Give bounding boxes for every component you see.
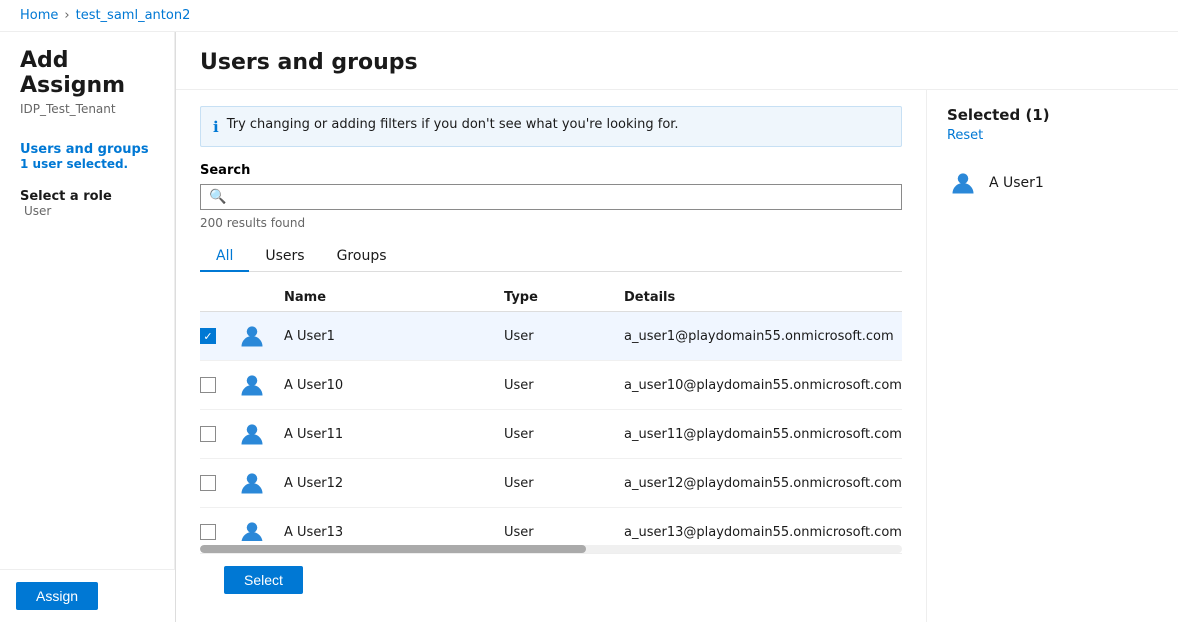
breadcrumb-sep: › bbox=[64, 8, 69, 23]
row-type-0: User bbox=[504, 329, 624, 344]
user-avatar-1 bbox=[236, 369, 268, 401]
nav-users-selected: 1 user selected. bbox=[20, 157, 154, 171]
tab-all[interactable]: All bbox=[200, 242, 249, 272]
reset-link[interactable]: Reset bbox=[947, 128, 1178, 143]
row-details-3: a_user12@playdomain55.onmicrosoft.com bbox=[624, 476, 902, 491]
info-banner: ℹ Try changing or adding filters if you … bbox=[200, 106, 902, 147]
nav-role-value: User bbox=[20, 204, 154, 218]
col-header-details: Details bbox=[624, 290, 902, 305]
nav-users-groups-label: Users and groups bbox=[20, 142, 154, 157]
selected-user-avatar bbox=[947, 167, 979, 199]
table-header: Name Type Details bbox=[200, 284, 902, 312]
sidebar-item-select-role[interactable]: Select a role User bbox=[20, 189, 154, 218]
nav-select-role-label: Select a role bbox=[20, 189, 154, 204]
table-row[interactable]: A User10 User a_user10@playdomain55.onmi… bbox=[200, 361, 902, 410]
search-input[interactable] bbox=[232, 189, 893, 205]
row-name-2: A User11 bbox=[284, 427, 504, 442]
user-table: Name Type Details bbox=[200, 284, 902, 541]
col-header-type: Type bbox=[504, 290, 624, 305]
selected-user-name: A User1 bbox=[989, 175, 1176, 191]
breadcrumb-home[interactable]: Home bbox=[20, 8, 58, 23]
search-box: 🔍 bbox=[200, 184, 902, 210]
row-checkbox-0[interactable] bbox=[200, 328, 216, 344]
modal-body: ℹ Try changing or adding filters if you … bbox=[176, 90, 1178, 622]
results-count: 200 results found bbox=[200, 216, 902, 230]
col-header-avatar bbox=[236, 290, 284, 305]
tab-users[interactable]: Users bbox=[249, 242, 320, 272]
breadcrumb-app[interactable]: test_saml_anton2 bbox=[76, 8, 191, 23]
selected-header: Selected (1) bbox=[947, 106, 1178, 124]
scrollbar-thumb bbox=[200, 545, 586, 553]
row-type-3: User bbox=[504, 476, 624, 491]
table-row[interactable]: A User13 User a_user13@playdomain55.onmi… bbox=[200, 508, 902, 541]
modal-header: Users and groups × bbox=[176, 32, 1178, 90]
table-row[interactable]: A User1 User a_user1@playdomain55.onmicr… bbox=[200, 312, 902, 361]
row-name-0: A User1 bbox=[284, 329, 504, 344]
selected-panel: Selected (1) Reset A User1 🗑 bbox=[926, 90, 1178, 622]
user-avatar-2 bbox=[236, 418, 268, 450]
horizontal-scrollbar[interactable] bbox=[200, 545, 902, 553]
modal-overlay: Users and groups × ℹ Try changing or add… bbox=[175, 32, 1178, 622]
col-header-name: Name bbox=[284, 290, 504, 305]
user-avatar-4 bbox=[236, 516, 268, 541]
selected-user-item: A User1 🗑 bbox=[947, 159, 1178, 207]
modal-left: ℹ Try changing or adding filters if you … bbox=[176, 90, 926, 622]
breadcrumb: Home › test_saml_anton2 bbox=[0, 0, 1178, 32]
select-button[interactable]: Select bbox=[224, 566, 303, 594]
modal-panel: Users and groups × ℹ Try changing or add… bbox=[175, 32, 1178, 622]
tenant-label: IDP_Test_Tenant bbox=[20, 102, 154, 116]
search-icon: 🔍 bbox=[209, 189, 226, 205]
col-header-checkbox bbox=[200, 290, 236, 305]
row-name-3: A User12 bbox=[284, 476, 504, 491]
row-checkbox-2[interactable] bbox=[200, 426, 216, 442]
info-icon: ℹ bbox=[213, 118, 219, 136]
row-details-0: a_user1@playdomain55.onmicrosoft.com bbox=[624, 329, 902, 344]
row-checkbox-4[interactable] bbox=[200, 524, 216, 540]
row-checkbox-3[interactable] bbox=[200, 475, 216, 491]
row-name-4: A User13 bbox=[284, 525, 504, 540]
app-container: Home › test_saml_anton2 Add Assignm IDP_… bbox=[0, 0, 1178, 622]
sidebar-item-users-groups[interactable]: Users and groups 1 user selected. bbox=[20, 136, 154, 177]
table-row[interactable]: A User11 User a_user11@playdomain55.onmi… bbox=[200, 410, 902, 459]
left-panel: Add Assignm IDP_Test_Tenant Users and gr… bbox=[0, 32, 175, 622]
table-row[interactable]: A User12 User a_user12@playdomain55.onmi… bbox=[200, 459, 902, 508]
row-type-4: User bbox=[504, 525, 624, 540]
row-type-1: User bbox=[504, 378, 624, 393]
page-title: Add Assignm bbox=[20, 48, 154, 98]
row-name-1: A User10 bbox=[284, 378, 504, 393]
modal-title: Users and groups bbox=[200, 50, 418, 75]
search-label: Search bbox=[200, 163, 902, 178]
row-details-2: a_user11@playdomain55.onmicrosoft.com bbox=[624, 427, 902, 442]
assign-button[interactable]: Assign bbox=[16, 582, 98, 610]
user-avatar-0 bbox=[236, 320, 268, 352]
tab-bar: All Users Groups bbox=[200, 242, 902, 272]
row-details-1: a_user10@playdomain55.onmicrosoft.com bbox=[624, 378, 902, 393]
tab-groups[interactable]: Groups bbox=[321, 242, 403, 272]
user-avatar-3 bbox=[236, 467, 268, 499]
main-content: Add Assignm IDP_Test_Tenant Users and gr… bbox=[0, 32, 1178, 622]
modal-bottom: Select bbox=[200, 553, 902, 606]
row-type-2: User bbox=[504, 427, 624, 442]
row-details-4: a_user13@playdomain55.onmicrosoft.com bbox=[624, 525, 902, 540]
row-checkbox-1[interactable] bbox=[200, 377, 216, 393]
info-text: Try changing or adding filters if you do… bbox=[227, 117, 679, 132]
